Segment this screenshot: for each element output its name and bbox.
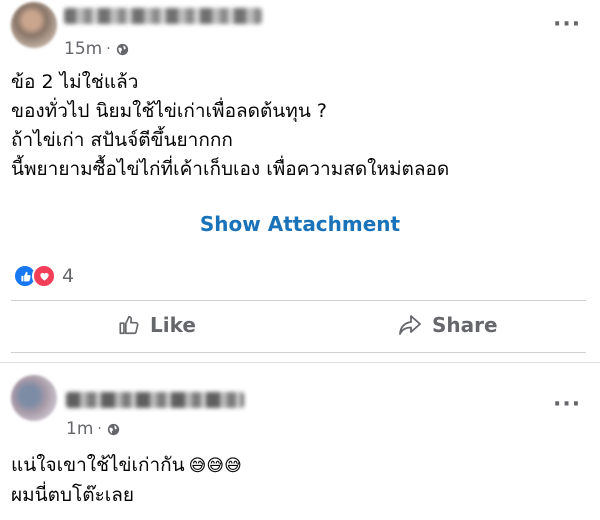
show-attachment-link[interactable]: Show Attachment xyxy=(0,212,600,236)
post-line: แน่ใจเขาใช้ไข่เก่ากัน 😅😅😅 xyxy=(11,451,242,481)
avatar[interactable] xyxy=(11,375,57,421)
love-reaction-icon xyxy=(32,264,56,288)
post-meta: 1m · xyxy=(66,419,120,439)
globe-icon xyxy=(107,423,120,435)
divider xyxy=(11,300,586,301)
globe-icon xyxy=(116,43,128,55)
share-label[interactable]: Share xyxy=(432,313,498,337)
share-arrow-icon xyxy=(399,315,421,335)
post-line-text: แน่ใจเขาใช้ไข่เก่ากัน xyxy=(11,454,185,476)
meta-separator: · xyxy=(106,41,111,57)
timestamp[interactable]: 15m xyxy=(64,39,102,59)
thumbs-up-icon xyxy=(119,315,139,335)
timestamp[interactable]: 1m xyxy=(66,419,93,439)
like-button[interactable]: Like xyxy=(118,313,196,337)
like-label[interactable]: Like xyxy=(150,313,196,337)
post-line: นี้พยายามซื้อไข่ไก่ที่เค้าเก็บเอง เพื่อค… xyxy=(11,158,450,180)
post-line: ผมนี่ตบโต๊ะเลย xyxy=(11,484,135,506)
post-meta: 15m · xyxy=(64,39,129,59)
reaction-summary[interactable]: 4 xyxy=(13,264,74,288)
post-line: ข้อ 2 ไม่ใช่แล้ว xyxy=(11,71,139,93)
more-options-icon[interactable]: ··· xyxy=(553,14,581,36)
meta-separator: · xyxy=(97,421,102,437)
post-line: ของทั่วไป นิยมใช้ไข่เก่าเพื่อลดต้นทุน ? xyxy=(11,100,327,122)
avatar[interactable] xyxy=(11,2,57,48)
more-options-icon[interactable]: ··· xyxy=(553,394,581,416)
share-button[interactable]: Share xyxy=(398,313,498,337)
post-line: ถ้าไข่เก่า สปันจ์ตีขึ้นยากกก xyxy=(11,129,233,151)
reaction-count: 4 xyxy=(62,265,75,287)
post-body: แน่ใจเขาใช้ไข่เก่ากัน 😅😅😅 ผมนี่ตบโต๊ะเลย xyxy=(11,451,242,510)
author-name-redacted[interactable] xyxy=(64,8,262,24)
divider xyxy=(11,352,586,353)
post-body: ข้อ 2 ไม่ใช่แล้ว ของทั่วไป นิยมใช้ไข่เก่… xyxy=(11,68,449,184)
author-name-redacted[interactable] xyxy=(66,392,244,408)
sweat-smile-emoji: 😅😅😅 xyxy=(188,456,242,476)
show-attachment-label[interactable]: Show Attachment xyxy=(200,212,400,236)
